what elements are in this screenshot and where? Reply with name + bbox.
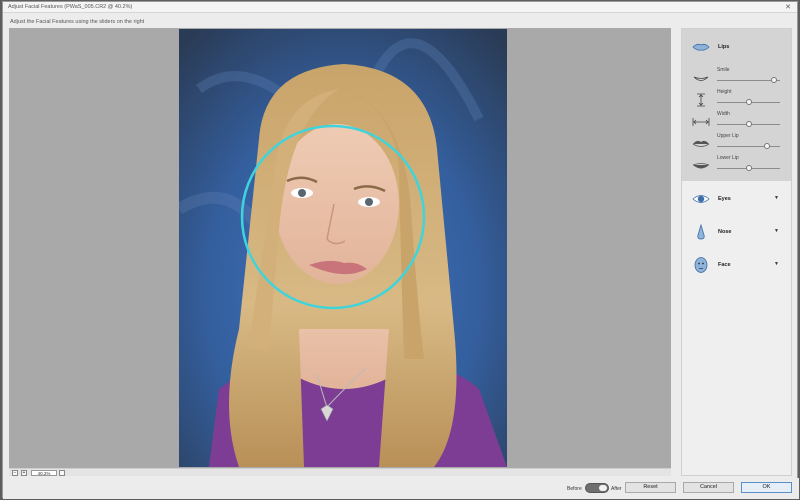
- lips-header[interactable]: Lips: [682, 37, 791, 59]
- width-slider-row: Width: [682, 111, 791, 133]
- portrait-photo: [179, 29, 507, 467]
- height-slider-thumb[interactable]: [746, 99, 752, 105]
- zoom-bar: − + 40.2%: [9, 468, 671, 476]
- zoom-out-button[interactable]: −: [12, 470, 18, 476]
- upper-lip-slider-thumb[interactable]: [764, 143, 770, 149]
- instructions-text: Adjust the Facial Features using the sli…: [10, 19, 145, 25]
- lower-lip-slider-row: Lower Lip: [682, 155, 791, 177]
- lower-lip-label: Lower Lip: [717, 155, 739, 161]
- smile-label: Smile: [717, 67, 730, 73]
- lower-lip-slider-thumb[interactable]: [746, 165, 752, 171]
- height-icon: [697, 93, 705, 107]
- smile-icon: [693, 76, 709, 81]
- preview-canvas[interactable]: [9, 28, 671, 468]
- nose-header[interactable]: Nose ▼: [682, 222, 791, 244]
- width-icon: [692, 118, 710, 126]
- cancel-button[interactable]: Cancel: [683, 482, 734, 493]
- lower-lip-icon: [692, 163, 710, 169]
- before-after-toggle[interactable]: [585, 483, 609, 493]
- face-icon: [694, 257, 708, 273]
- dialog-footer: Before After Reset Cancel OK: [3, 478, 799, 499]
- features-panel: Lips Smile Height Width Upper Lip Lower …: [681, 28, 792, 476]
- nose-icon: [697, 224, 705, 240]
- ok-button[interactable]: OK: [741, 482, 792, 493]
- face-header[interactable]: Face ▼: [682, 255, 791, 277]
- width-slider-thumb[interactable]: [746, 121, 752, 127]
- eyes-header[interactable]: Eyes ▼: [682, 189, 791, 211]
- eyes-expand-arrow[interactable]: ▼: [774, 195, 779, 201]
- lips-section: Lips Smile Height Width Upper Lip Lower …: [682, 29, 791, 181]
- nose-expand-arrow[interactable]: ▼: [774, 228, 779, 234]
- smile-slider-row: Smile: [682, 67, 791, 89]
- upper-lip-slider-track[interactable]: [717, 146, 780, 147]
- eye-icon: [692, 195, 710, 203]
- face-expand-arrow[interactable]: ▼: [774, 261, 779, 267]
- zoom-level-field[interactable]: 40.2%: [31, 470, 57, 476]
- upper-lip-label: Upper Lip: [717, 133, 739, 139]
- width-label: Width: [717, 111, 730, 117]
- before-label: Before: [567, 486, 582, 492]
- upper-lip-icon: [692, 140, 710, 147]
- window-title: Adjust Facial Features (PWaS_005.CR2 @ 4…: [8, 4, 133, 10]
- title-bar: Adjust Facial Features (PWaS_005.CR2 @ 4…: [3, 2, 797, 13]
- smile-slider-thumb[interactable]: [771, 77, 777, 83]
- upper-lip-slider-row: Upper Lip: [682, 133, 791, 155]
- reset-button[interactable]: Reset: [625, 482, 676, 493]
- toggle-knob: [599, 485, 607, 491]
- zoom-dropdown-button[interactable]: [59, 470, 65, 476]
- eyes-title: Eyes: [718, 196, 731, 202]
- height-label: Height: [717, 89, 732, 95]
- height-slider-row: Height: [682, 89, 791, 111]
- adjust-facial-features-dialog: Adjust Facial Features (PWaS_005.CR2 @ 4…: [2, 1, 799, 499]
- zoom-in-button[interactable]: +: [21, 470, 27, 476]
- after-label: After: [611, 486, 622, 492]
- face-title: Face: [718, 262, 731, 268]
- lips-title: Lips: [718, 44, 730, 50]
- lips-icon: [692, 43, 710, 51]
- nose-title: Nose: [718, 229, 732, 235]
- close-icon[interactable]: ✕: [785, 3, 791, 11]
